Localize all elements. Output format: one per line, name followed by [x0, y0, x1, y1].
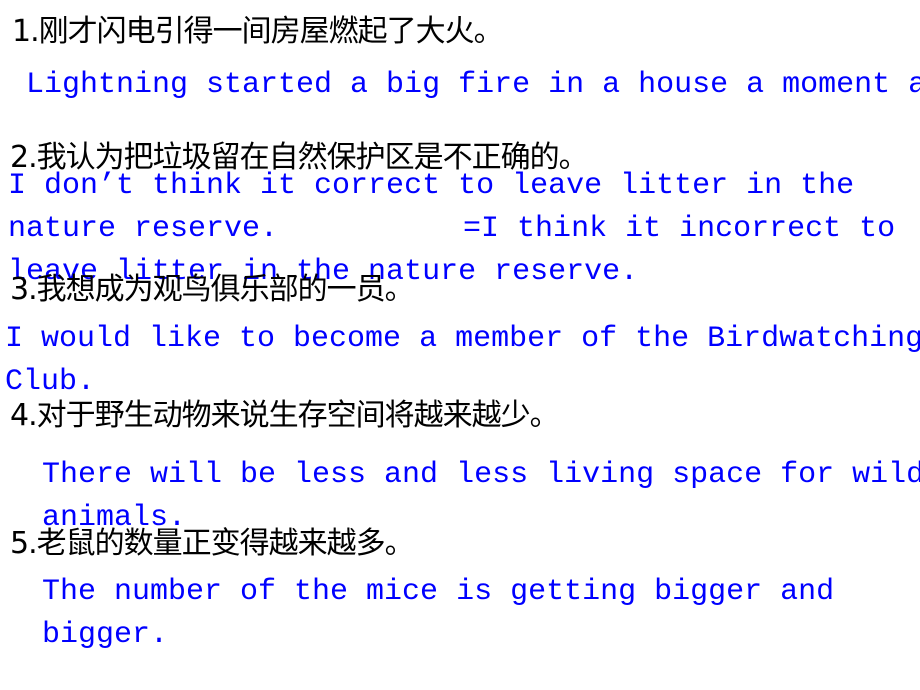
- item-4-english-line-1: There will be less and less living space…: [42, 458, 920, 492]
- item-4-chinese: 4.对于野生动物来说生存空间将越来越少。: [10, 396, 560, 436]
- item-5-chinese: 5.老鼠的数量正变得越来越多。: [10, 524, 415, 564]
- item-3-number: 3.: [10, 272, 38, 307]
- item-1-chinese: 1.刚才闪电引得一间房屋燃起了大火。: [12, 12, 504, 52]
- item-4-chinese-text: 对于野生动物来说生存空间将越来越少。: [36, 398, 560, 433]
- item-3-english-line-1: I would like to become a member of the B…: [5, 322, 920, 356]
- item-2-english-line-2a: nature reserve.: [8, 212, 279, 246]
- item-1-number: 1.: [12, 14, 40, 49]
- item-2-english-line-2: nature reserve. =I think it incorrect to: [8, 208, 895, 251]
- item-5-chinese-text: 老鼠的数量正变得越来越多。: [36, 526, 415, 561]
- item-4-number: 4.: [10, 398, 38, 433]
- item-5-number: 5.: [10, 526, 38, 561]
- item-3-chinese-text: 我想成为观鸟俱乐部的一员。: [36, 272, 415, 307]
- item-5-english-line-1: The number of the mice is getting bigger…: [42, 575, 835, 609]
- item-2-english-line-2b: =I think it incorrect to: [463, 212, 896, 246]
- item-3-chinese: 3.我想成为观鸟俱乐部的一员。: [10, 270, 415, 310]
- item-2-english-line-1: I don’t think it correct to leave litter…: [8, 169, 855, 203]
- item-1-chinese-text: 刚才闪电引得一间房屋燃起了大火。: [38, 14, 504, 49]
- item-1-english-line-1: Lightning started a big fire in a house …: [26, 68, 920, 102]
- item-5-english-line-2: bigger.: [42, 618, 169, 652]
